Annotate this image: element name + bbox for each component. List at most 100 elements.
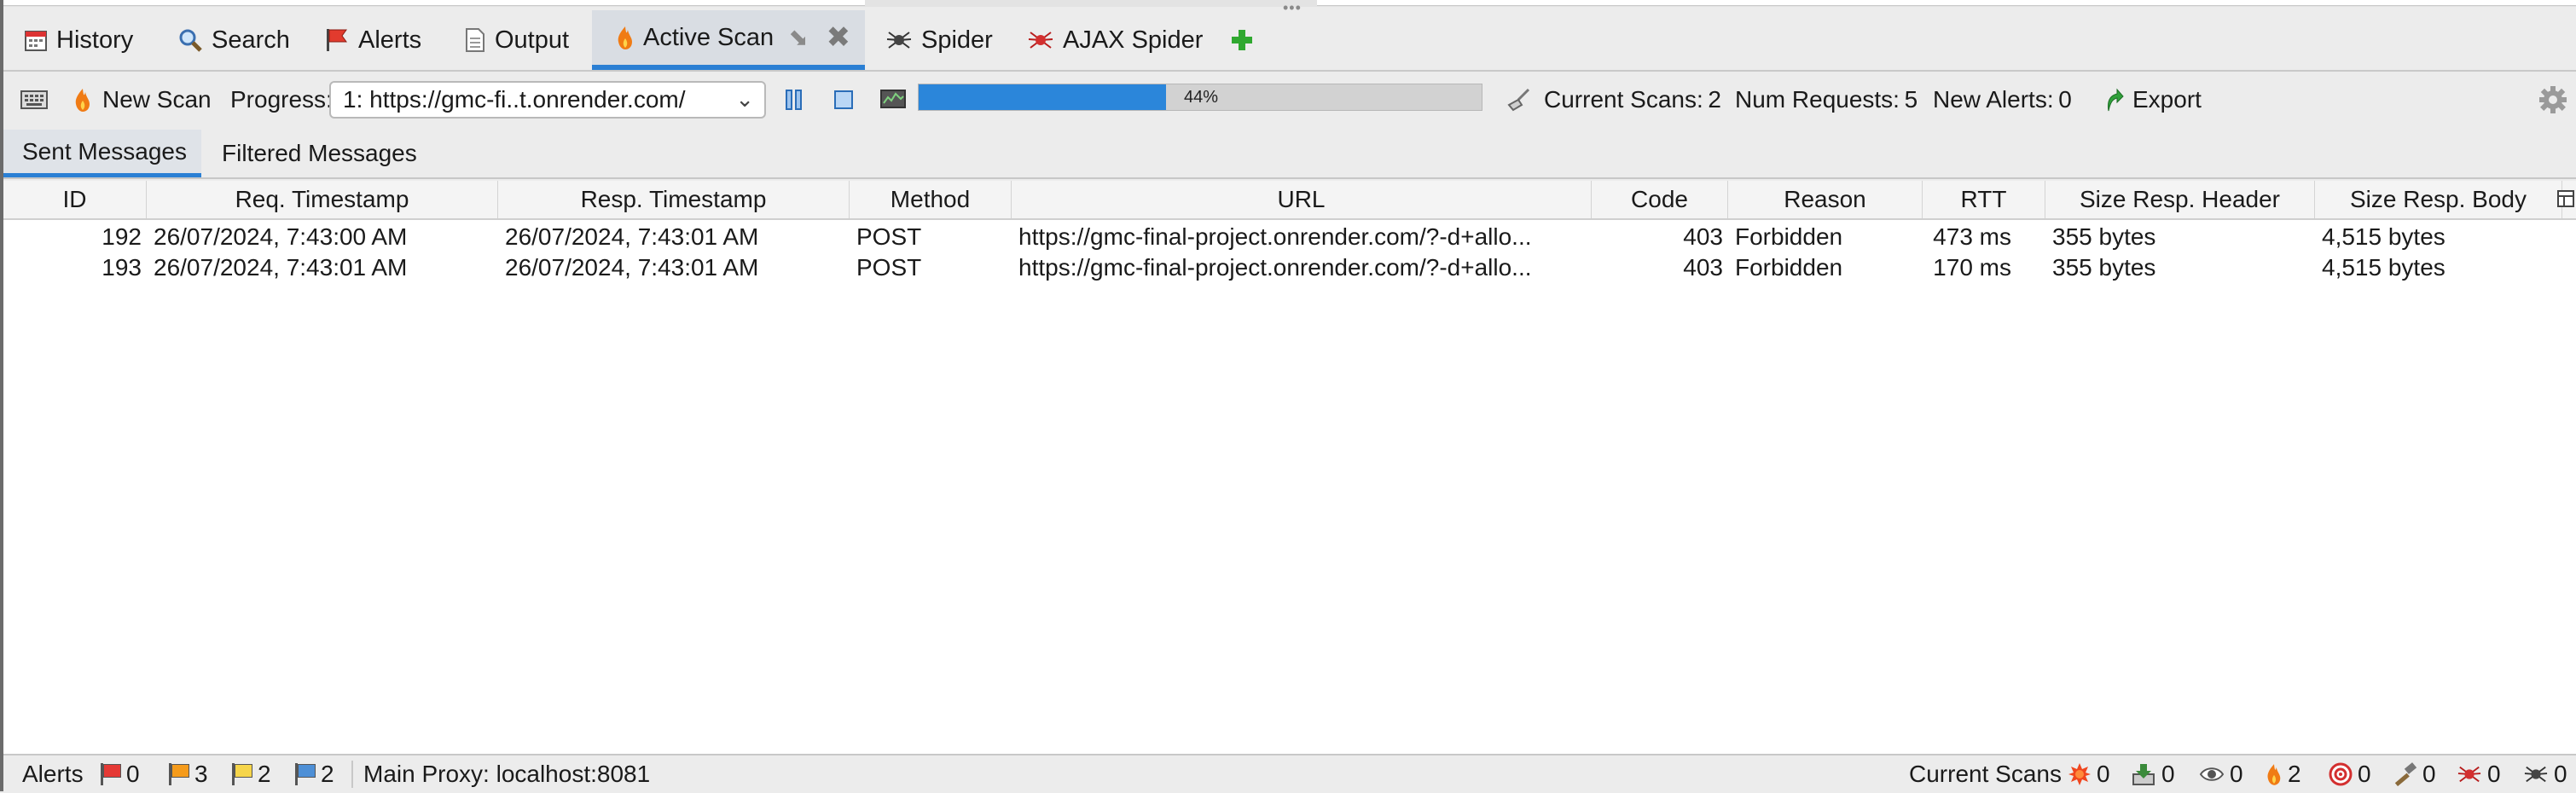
yellow-flag-icon <box>230 763 252 785</box>
table-row[interactable]: 193 26/07/2024, 7:43:01 AM 26/07/2024, 7… <box>3 252 2576 283</box>
scan-policy-button[interactable] <box>20 72 48 128</box>
scan-count-value: 0 <box>2097 761 2110 787</box>
red-spider-icon <box>2457 766 2481 783</box>
high-alerts-value: 0 <box>126 761 140 787</box>
column-header-method[interactable]: Method <box>850 181 1012 218</box>
download-icon <box>2132 764 2155 785</box>
stop-scan-button[interactable] <box>833 72 855 128</box>
scan-count-value: 0 <box>2358 761 2371 787</box>
tab-label: Alerts <box>358 26 422 54</box>
current-scans-label: Current Scans <box>1909 761 2062 787</box>
tab-filtered-messages[interactable]: Filtered Messages <box>222 130 417 177</box>
tab-spider[interactable]: Spider <box>885 10 993 70</box>
low-alerts-count: 2 <box>230 755 271 793</box>
current-scans-count: Current Scans: 2 <box>1544 86 1721 113</box>
info-alerts-count: 2 <box>293 755 334 793</box>
scan-progress-select[interactable]: 1: https://gmc-fi..t.onrender.com/ ⌄ <box>329 81 766 119</box>
message-subtabs: Sent Messages Filtered Messages <box>3 130 2576 179</box>
scan-count-ajax-spider: 0 <box>2457 755 2501 793</box>
flame-icon <box>75 89 90 112</box>
num-requests-count: Num Requests: 5 <box>1735 86 1918 113</box>
export-button[interactable]: Export <box>2103 72 2202 128</box>
cell-id: 193 <box>102 254 142 281</box>
tab-history[interactable]: History <box>24 10 133 70</box>
cell-resp-timestamp: 26/07/2024, 7:43:01 AM <box>505 223 759 250</box>
new-scan-button[interactable]: New Scan <box>73 72 212 128</box>
scan-count-fuzzer: 0 <box>2329 755 2371 793</box>
sent-messages-table: ID Req. Timestamp Resp. Timestamp Method… <box>3 181 2576 754</box>
column-header-url[interactable]: URL <box>1012 181 1592 218</box>
tab-search[interactable]: Search <box>177 10 290 70</box>
new-scan-label: New Scan <box>102 86 212 113</box>
cell-reason: Forbidden <box>1735 254 1843 281</box>
column-header-rtt[interactable]: RTT <box>1923 181 2045 218</box>
tab-output[interactable]: Output <box>464 10 569 70</box>
column-header-resp-timestamp[interactable]: Resp. Timestamp <box>498 181 850 218</box>
main-proxy-label: Main Proxy: localhost:8081 <box>363 761 651 787</box>
spider-icon <box>886 32 912 49</box>
plus-icon <box>1232 30 1252 50</box>
cell-id: 192 <box>102 223 142 250</box>
close-tab-icon[interactable]: ✖ <box>827 20 851 55</box>
alerts-label: Alerts <box>22 761 84 787</box>
cell-url: https://gmc-final-project.onrender.com/?… <box>1018 223 1532 250</box>
flame-icon <box>618 26 632 49</box>
options-button[interactable] <box>2538 72 2567 128</box>
tab-label: History <box>56 26 134 54</box>
pause-scan-button[interactable] <box>783 72 805 128</box>
orange-flag-icon <box>167 763 189 785</box>
add-tab-button[interactable] <box>1230 10 1254 70</box>
tab-label: AJAX Spider <box>1063 26 1204 54</box>
scan-progress-bar: 44% <box>918 84 1482 111</box>
scan-count-value: 0 <box>2422 761 2436 787</box>
cell-rtt: 473 ms <box>1933 223 2011 250</box>
subtab-label: Filtered Messages <box>222 140 417 166</box>
burst-icon <box>2068 763 2091 785</box>
column-header-size-resp-body[interactable]: Size Resp. Body <box>2315 181 2562 218</box>
column-selector-icon[interactable] <box>2557 189 2574 208</box>
cell-code: 403 <box>1683 223 1723 250</box>
scan-count-active-scan: 2 <box>2266 755 2301 793</box>
cell-code: 403 <box>1683 254 1723 281</box>
column-header-code[interactable]: Code <box>1592 181 1728 218</box>
scan-count-passive: 0 <box>2199 755 2243 793</box>
scan-count-forced-browse: 0 <box>2392 755 2436 793</box>
export-arrow-icon <box>2108 88 2124 112</box>
tab-sent-messages[interactable]: Sent Messages <box>3 130 201 177</box>
red-flag-icon <box>327 29 347 51</box>
flame-icon <box>2267 764 2281 785</box>
medium-alerts-count: 3 <box>167 755 208 793</box>
cell-size-resp-header: 355 bytes <box>2052 223 2156 250</box>
spider-icon <box>2524 766 2548 783</box>
scan-progress-details-button[interactable] <box>880 72 906 128</box>
clean-scans-button[interactable] <box>1506 72 1532 128</box>
scan-count-value: 0 <box>2554 761 2567 787</box>
keyboard-icon <box>20 90 48 109</box>
tab-alerts[interactable]: Alerts <box>324 10 421 70</box>
upper-panel-edge <box>3 0 865 6</box>
eye-icon <box>2199 767 2225 781</box>
red-spider-icon <box>1028 32 1053 49</box>
table-row[interactable]: 192 26/07/2024, 7:43:00 AM 26/07/2024, 7… <box>3 222 2576 252</box>
gear-icon <box>2539 86 2567 113</box>
tab-label: Output <box>495 26 570 54</box>
low-alerts-value: 2 <box>258 761 271 787</box>
column-header-reason[interactable]: Reason <box>1728 181 1923 218</box>
pin-icon[interactable]: ➡ <box>782 20 816 55</box>
cell-method: POST <box>856 223 922 250</box>
cell-method: POST <box>856 254 922 281</box>
subtab-label: Sent Messages <box>22 137 187 165</box>
tab-ajax-spider[interactable]: AJAX Spider <box>1027 10 1203 70</box>
column-header-id[interactable]: ID <box>3 181 147 218</box>
tab-active-scan[interactable]: Active Scan ➡ ✖ <box>592 10 865 70</box>
cell-url: https://gmc-final-project.onrender.com/?… <box>1018 254 1532 281</box>
top-splitter[interactable]: ••• <box>3 0 2576 15</box>
column-header-size-resp-header[interactable]: Size Resp. Header <box>2045 181 2315 218</box>
tab-label: Search <box>212 26 290 54</box>
progress-label: Progress: <box>230 86 333 113</box>
column-header-req-timestamp[interactable]: Req. Timestamp <box>147 181 498 218</box>
select-value: 1: https://gmc-fi..t.onrender.com/ <box>343 86 686 113</box>
upper-panel-edge-right <box>1317 0 2576 6</box>
cell-rtt: 170 ms <box>1933 254 2011 281</box>
scan-count-import: 0 <box>2131 755 2175 793</box>
